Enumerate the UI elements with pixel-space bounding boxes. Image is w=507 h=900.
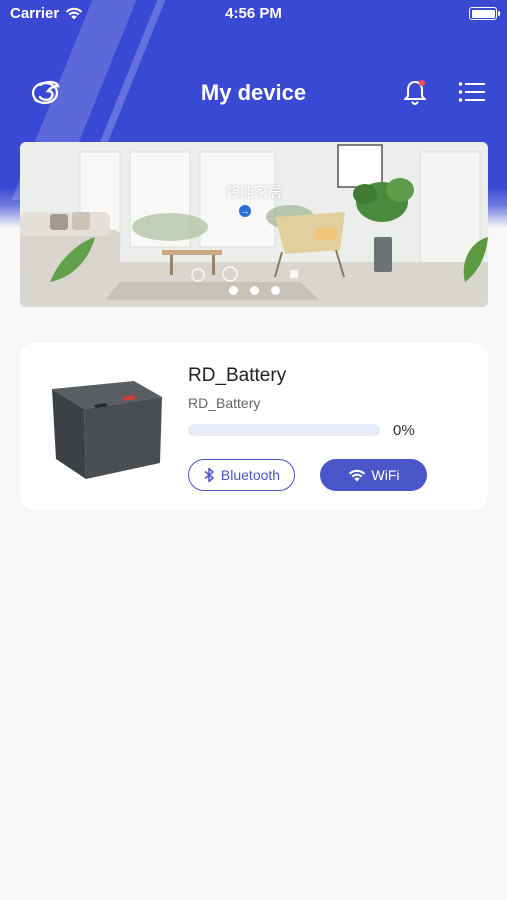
bell-icon[interactable] [402,78,428,106]
notification-badge [419,80,425,86]
banner-arrow-icon[interactable]: → [239,205,251,217]
device-subtitle: RD_Battery [188,395,261,411]
home-banner[interactable]: 智能家居 → [20,142,488,307]
device-card[interactable]: RD_Battery RD_Battery 0% Bluetooth WiFi [20,343,488,510]
bluetooth-label: Bluetooth [220,467,281,483]
battery-icon [469,7,500,20]
status-time: 4:56 PM [225,5,282,22]
device-name: RD_Battery [188,365,287,386]
banner-living-room-image [20,142,488,307]
banner-page-indicator [20,286,488,295]
page-title: My device [200,80,307,105]
page-dot[interactable] [270,286,280,295]
menu-list-icon[interactable] [458,80,486,104]
status-bar: Carrier 4:56 PM [0,0,507,28]
battery-device-image [52,381,162,479]
device-progress-bar [188,424,380,436]
banner-title: 智能家居 [226,184,282,200]
page-dot[interactable] [249,286,259,295]
navigation-bar: My device [0,72,507,114]
progress-percent: 0% [393,422,415,439]
wifi-icon [348,469,365,481]
wifi-label: WiFi [371,467,400,483]
bluetooth-icon [204,467,214,483]
page-dot[interactable] [228,286,238,295]
wifi-button[interactable]: WiFi [320,459,427,491]
bluetooth-button[interactable]: Bluetooth [188,459,295,491]
